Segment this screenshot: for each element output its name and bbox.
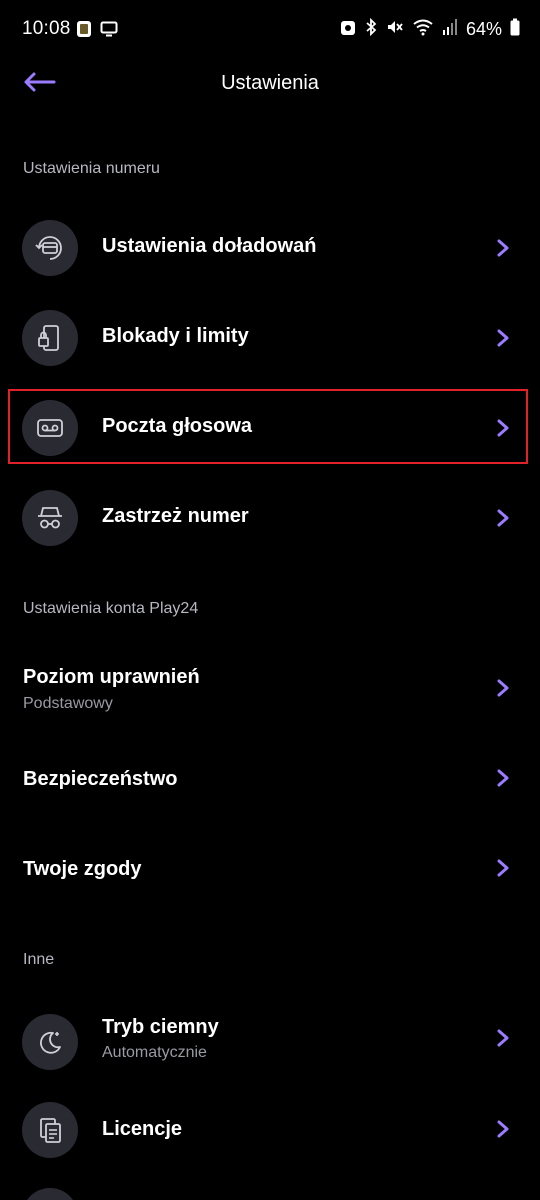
section-header-number: Ustawienia numeru bbox=[23, 160, 160, 177]
settings-item-label: Zastrzeż numer bbox=[102, 505, 249, 527]
status-right-icons: 64% bbox=[340, 17, 520, 41]
settings-item-label: Blokady i limity bbox=[102, 325, 249, 347]
settings-item-sublabel: Podstawowy bbox=[23, 695, 113, 712]
settings-item-permission-level[interactable]: Poziom uprawnień Podstawowy bbox=[0, 645, 540, 735]
settings-item-licenses[interactable]: Licencje bbox=[0, 1084, 540, 1174]
settings-item-label: Ustawienia doładowań bbox=[102, 235, 317, 257]
settings-item-label: Twoje zgody bbox=[23, 858, 142, 880]
phone-lock-icon bbox=[22, 310, 78, 366]
chevron-right-icon bbox=[496, 769, 510, 787]
bluetooth-icon bbox=[364, 17, 378, 41]
page-title: Ustawienia bbox=[221, 72, 319, 94]
alarm-icon bbox=[340, 18, 356, 41]
chevron-right-icon bbox=[496, 329, 510, 347]
settings-item-label: Tryb ciemny bbox=[102, 1016, 219, 1038]
settings-item-sublabel: Automatycznie bbox=[102, 1044, 207, 1061]
status-time: 10:08 bbox=[22, 18, 71, 39]
settings-item-dark-mode[interactable]: Tryb ciemny Automatycznie bbox=[0, 994, 540, 1084]
settings-item-label: Licencje bbox=[102, 1118, 183, 1140]
settings-item-security[interactable]: Bezpieczeństwo bbox=[0, 735, 540, 825]
signal-icon bbox=[442, 18, 458, 41]
chevron-right-icon bbox=[496, 1120, 510, 1138]
battery-icon bbox=[510, 18, 520, 41]
section-header-account: Ustawienia konta Play24 bbox=[23, 600, 199, 617]
chevron-right-icon bbox=[496, 1029, 510, 1047]
chevron-right-icon bbox=[496, 859, 510, 877]
chevron-right-icon bbox=[496, 239, 510, 257]
voicemail-icon bbox=[22, 400, 78, 456]
topup-icon bbox=[22, 220, 78, 276]
notification-app-icon bbox=[76, 20, 92, 43]
settings-item-label: Poziom uprawnień bbox=[23, 666, 200, 688]
chevron-right-icon bbox=[496, 509, 510, 527]
next-item-icon-partial bbox=[22, 1188, 78, 1200]
document-icon bbox=[22, 1102, 78, 1158]
settings-item-hide-number[interactable]: Zastrzeż numer bbox=[0, 472, 540, 562]
settings-item-locks-limits[interactable]: Blokady i limity bbox=[0, 292, 540, 382]
battery-percentage: 64% bbox=[465, 19, 502, 39]
status-left-icons bbox=[76, 20, 118, 43]
incognito-icon bbox=[22, 490, 78, 546]
settings-item-label: Poczta głosowa bbox=[102, 415, 253, 437]
settings-item-consents[interactable]: Twoje zgody bbox=[0, 825, 540, 915]
settings-item-label: Bezpieczeństwo bbox=[23, 768, 178, 790]
chevron-right-icon bbox=[496, 679, 510, 697]
status-bar: 10:08 64% bbox=[0, 0, 540, 62]
chevron-right-icon bbox=[496, 419, 510, 437]
settings-item-voicemail[interactable]: Poczta głosowa bbox=[0, 382, 540, 472]
section-header-other: Inne bbox=[23, 951, 55, 968]
moon-icon bbox=[22, 1014, 78, 1070]
top-app-bar: Ustawienia bbox=[0, 62, 540, 108]
wifi-icon bbox=[412, 18, 434, 41]
screen-cast-icon bbox=[100, 21, 118, 42]
mute-icon bbox=[386, 18, 404, 41]
settings-item-topup[interactable]: Ustawienia doładowań bbox=[0, 202, 540, 292]
